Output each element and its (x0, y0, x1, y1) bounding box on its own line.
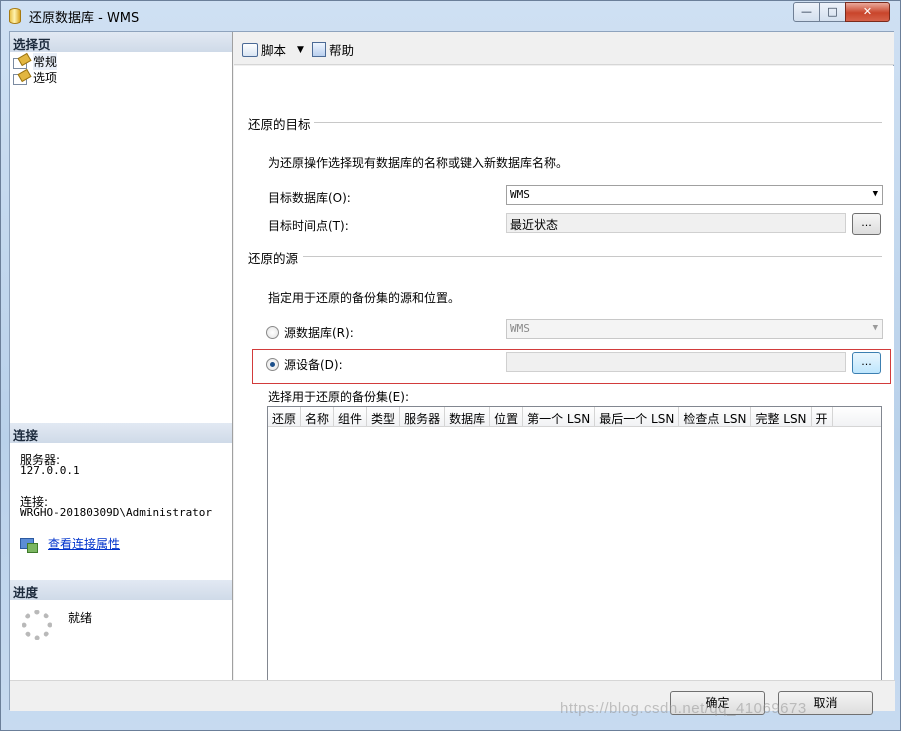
maximize-button[interactable]: □ (819, 2, 846, 22)
column-header-component[interactable]: 组件 (334, 407, 368, 426)
progress-spinner-icon (22, 610, 52, 640)
source-group-title: 还原的源 (248, 251, 299, 266)
column-header-start[interactable]: 开 (812, 407, 833, 426)
nav-item-label: 选项 (33, 70, 58, 85)
destination-group-title: 还原的目标 (248, 117, 311, 132)
chevron-down-icon: ▼ (872, 323, 878, 333)
server-value: 127.0.0.1 (20, 464, 80, 477)
source-database-option[interactable]: 源数据库(R): (266, 324, 354, 341)
left-pane: 选择页 常规 选项 连接 服务器: 127.0.0.1 连接: WRGHO-20… (10, 32, 233, 680)
column-header-name[interactable]: 名称 (301, 407, 335, 426)
nav-item-label: 常规 (33, 52, 58, 70)
source-device-radio[interactable] (266, 358, 279, 371)
help-label: 帮助 (329, 43, 355, 58)
target-database-value: WMS (510, 188, 530, 201)
source-database-label: 源数据库(R): (284, 326, 354, 340)
source-device-field (506, 352, 846, 372)
toolbar: 脚本 ▼ 帮助 (234, 32, 894, 65)
column-header-database[interactable]: 数据库 (445, 407, 491, 426)
nav-item-options[interactable]: 选项 (13, 69, 57, 85)
source-device-label: 源设备(D): (284, 358, 343, 372)
dialog-client-area: 选择页 常规 选项 连接 服务器: 127.0.0.1 连接: WRGHO-20… (9, 31, 895, 715)
general-page-content: 还原的目标 为还原操作选择现有数据库的名称或键入新数据库名称。 目标数据库(O)… (234, 66, 894, 698)
window-title: 还原数据库 - WMS (29, 11, 140, 26)
chevron-down-icon[interactable]: ▼ (297, 45, 304, 55)
backup-sets-grid[interactable]: 还原 名称 组件 类型 服务器 数据库 位置 第一个 LSN 最后一个 LSN … (267, 406, 882, 698)
help-button[interactable]: 帮助 (312, 40, 354, 59)
target-database-label: 目标数据库(O): (268, 191, 351, 205)
column-header-server[interactable]: 服务器 (400, 407, 446, 426)
group-divider (303, 256, 882, 257)
page-icon (13, 55, 29, 69)
source-database-radio[interactable] (266, 326, 279, 339)
database-icon (9, 8, 21, 24)
target-time-field: 最近状态 (506, 213, 846, 233)
watermark: https://blog.csdn.net/qq_41069673 (560, 700, 807, 717)
column-header-first-lsn[interactable]: 第一个 LSN (523, 407, 596, 426)
minimize-button[interactable]: — (793, 2, 820, 22)
grid-header: 还原 名称 组件 类型 服务器 数据库 位置 第一个 LSN 最后一个 LSN … (268, 407, 881, 427)
source-database-combo: WMS ▼ (506, 319, 883, 339)
view-connection-properties-link[interactable]: 查看连接属性 (48, 535, 120, 552)
progress-header: 进度 (10, 580, 232, 600)
connection-header: 连接 (10, 423, 232, 443)
source-device-option[interactable]: 源设备(D): (266, 356, 343, 373)
column-header-position[interactable]: 位置 (490, 407, 524, 426)
script-icon (242, 42, 258, 57)
destination-description: 为还原操作选择现有数据库的名称或键入新数据库名称。 (268, 156, 569, 170)
script-label: 脚本 (261, 43, 287, 58)
progress-status: 就绪 (68, 611, 93, 625)
help-icon (312, 42, 326, 57)
column-header-restore[interactable]: 还原 (268, 407, 302, 426)
connection-properties-icon (20, 536, 38, 553)
column-header-last-lsn[interactable]: 最后一个 LSN (595, 407, 680, 426)
page-icon (13, 71, 29, 85)
script-button[interactable]: 脚本 ▼ (242, 40, 304, 59)
group-divider (314, 122, 882, 123)
close-button[interactable]: ✕ (845, 2, 890, 22)
column-header-full-lsn[interactable]: 完整 LSN (751, 407, 812, 426)
nav-item-general[interactable]: 常规 (13, 52, 58, 70)
restore-database-dialog: 还原数据库 - WMS — □ ✕ 选择页 常规 选项 连接 服务器: 127.… (0, 0, 901, 731)
target-time-browse-button[interactable]: ... (852, 213, 881, 235)
view-connection-properties[interactable]: 查看连接属性 (20, 535, 120, 553)
target-database-combo[interactable]: WMS ▼ (506, 185, 883, 205)
source-database-value: WMS (510, 322, 530, 335)
chevron-down-icon[interactable]: ▼ (873, 189, 878, 199)
column-header-type[interactable]: 类型 (367, 407, 401, 426)
source-device-browse-button[interactable]: ... (852, 352, 881, 374)
connection-value: WRGHO-20180309D\Administrator (20, 506, 213, 519)
target-time-value: 最近状态 (510, 218, 559, 232)
select-page-header: 选择页 (10, 32, 232, 52)
column-header-checkpoint-lsn[interactable]: 检查点 LSN (679, 407, 752, 426)
backup-sets-label: 选择用于还原的备份集(E): (268, 390, 409, 404)
target-time-label: 目标时间点(T): (268, 219, 349, 233)
title-bar: 还原数据库 - WMS — □ ✕ (1, 1, 900, 31)
source-description: 指定用于还原的备份集的源和位置。 (268, 291, 461, 305)
